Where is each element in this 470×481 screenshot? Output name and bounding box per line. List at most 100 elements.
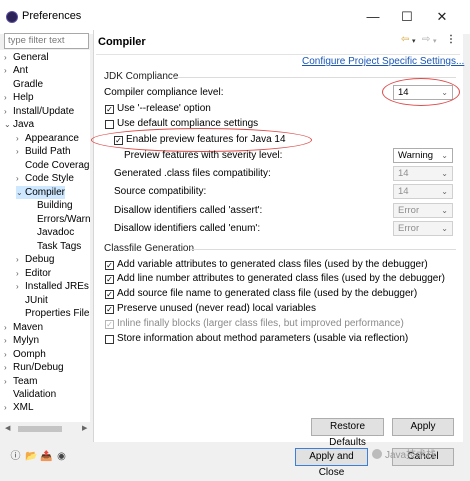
chevron-right-icon[interactable]: › xyxy=(16,280,25,293)
preview-severity-value: Warning xyxy=(398,150,434,161)
chevron-right-icon[interactable]: › xyxy=(16,172,25,185)
tree-item-errors-warnings[interactable]: Errors/Warnings xyxy=(28,213,90,226)
tree-item-xml[interactable]: › XML xyxy=(4,401,34,414)
chevron-right-icon[interactable]: › xyxy=(4,91,13,104)
window-title: Preferences xyxy=(22,10,82,22)
chevron-right-icon[interactable]: › xyxy=(4,64,13,77)
source-file-name-checkbox[interactable]: ✓ xyxy=(105,290,114,299)
close-button[interactable]: ✕ xyxy=(431,7,453,27)
minimize-button[interactable]: — xyxy=(362,7,384,27)
release-option-checkbox[interactable]: ✓ xyxy=(105,105,114,114)
scroll-left-icon[interactable]: ◀ xyxy=(5,424,10,432)
tree-item-label: Code Style xyxy=(25,173,74,185)
page-title-separator xyxy=(96,54,460,55)
tree-item-label: General xyxy=(13,52,49,63)
forward-menu-icon[interactable]: ▾ xyxy=(433,37,437,45)
highlight-oval-preview xyxy=(91,128,312,152)
chevron-down-icon: ⌄ xyxy=(441,151,448,160)
tree-item-help[interactable]: › Help xyxy=(4,91,34,104)
chevron-right-icon[interactable]: › xyxy=(4,348,13,361)
default-compliance-checkbox[interactable] xyxy=(105,120,114,129)
tree-item-appearance[interactable]: › Appearance xyxy=(16,132,79,145)
chevron-down-icon: ⌄ xyxy=(441,169,448,178)
tree-item-code-coverage[interactable]: Code Coverage xyxy=(16,159,90,172)
apply-button[interactable]: Apply xyxy=(392,418,454,436)
tree-item-label: Build Path xyxy=(25,146,71,158)
tree-item-mylyn[interactable]: › Mylyn xyxy=(4,334,39,347)
chevron-right-icon[interactable]: › xyxy=(4,51,13,64)
tree-item-properties-files[interactable]: Properties Files xyxy=(16,307,90,320)
tree-item-gradle[interactable]: Gradle xyxy=(4,78,43,91)
tree-item-task-tags[interactable]: Task Tags xyxy=(28,240,81,253)
tree-item-code-style[interactable]: › Code Style xyxy=(16,172,74,185)
tree-item-oomph[interactable]: › Oomph xyxy=(4,348,46,361)
scroll-thumb[interactable] xyxy=(18,426,62,432)
watermark: Java技术栈 xyxy=(372,446,436,461)
source-compat-select: 14 ⌄ xyxy=(393,184,453,199)
line-number-checkbox[interactable]: ✓ xyxy=(105,275,114,284)
tree-item-java[interactable]: ⌄ Java xyxy=(4,118,34,131)
tree-item-ant[interactable]: › Ant xyxy=(4,64,28,77)
tree-item-label: Code Coverage xyxy=(25,159,90,171)
tree-item-installed-jres[interactable]: › Installed JREs xyxy=(16,280,89,293)
restore-defaults-button[interactable]: Restore Defaults xyxy=(311,418,384,448)
configure-project-link[interactable]: Configure Project Specific Settings... xyxy=(302,56,464,67)
chevron-right-icon[interactable]: › xyxy=(4,334,13,347)
tree-item-run-debug[interactable]: › Run/Debug xyxy=(4,361,64,374)
tree-item-label: Help xyxy=(13,92,34,104)
tree-item-label: Team xyxy=(13,375,38,387)
chevron-right-icon[interactable]: › xyxy=(16,132,25,145)
back-menu-icon[interactable]: ▾ xyxy=(412,37,416,45)
tree-item-general[interactable]: › General xyxy=(4,51,49,64)
tree-item-install-update[interactable]: › Install/Update xyxy=(4,105,74,118)
view-menu-icon[interactable]: ⋮ xyxy=(446,34,456,45)
tree-item-debug[interactable]: › Debug xyxy=(16,253,54,266)
preview-severity-select[interactable]: Warning ⌄ xyxy=(393,148,453,163)
variable-attributes-checkbox[interactable]: ✓ xyxy=(105,261,114,270)
tree-item-label: Installed JREs xyxy=(25,281,89,293)
method-parameters-label: Store information about method parameter… xyxy=(117,333,409,344)
chevron-right-icon[interactable]: › xyxy=(16,253,25,266)
chevron-right-icon[interactable]: › xyxy=(4,361,13,374)
chevron-right-icon[interactable]: › xyxy=(4,321,13,334)
chevron-right-icon[interactable]: › xyxy=(16,267,25,280)
preserve-unused-checkbox[interactable]: ✓ xyxy=(105,305,114,314)
export-icon[interactable]: 📤 xyxy=(40,451,52,462)
tree-item-label: Install/Update xyxy=(13,105,75,117)
back-icon[interactable]: ⇦ xyxy=(401,34,409,45)
chevron-down-icon[interactable]: ⌄ xyxy=(16,186,25,199)
tree-item-compiler[interactable]: ⌄ Compiler xyxy=(16,185,66,199)
watermark-logo-icon xyxy=(372,449,382,459)
scroll-right-icon[interactable]: ▶ xyxy=(82,424,87,432)
chevron-right-icon[interactable]: › xyxy=(16,145,25,158)
tree-horizontal-scrollbar[interactable]: ◀ ▶ xyxy=(4,424,90,434)
apply-and-close-button[interactable]: Apply and Close xyxy=(295,448,368,478)
chevron-down-icon[interactable]: ⌄ xyxy=(4,118,13,131)
forward-icon[interactable]: ⇨ xyxy=(422,34,430,45)
tree-item-maven[interactable]: › Maven xyxy=(4,321,43,334)
tree-item-build-path[interactable]: › Build Path xyxy=(16,145,71,158)
oomph-icon[interactable]: ◉ xyxy=(56,451,67,462)
chevron-right-icon[interactable]: › xyxy=(4,105,13,118)
tree-item-label: Building xyxy=(37,200,73,212)
tree-item-label: Debug xyxy=(25,254,55,266)
tree-item-junit[interactable]: JUnit xyxy=(16,294,48,307)
chevron-right-icon[interactable]: › xyxy=(4,375,13,388)
filter-input[interactable]: type filter text xyxy=(4,33,89,49)
help-icon[interactable]: ⓘ xyxy=(10,451,21,462)
tree-item-label: XML xyxy=(13,402,34,414)
maximize-button[interactable]: ☐ xyxy=(396,7,418,27)
page-title: Compiler xyxy=(98,36,146,48)
tree-item-editor[interactable]: › Editor xyxy=(16,267,51,280)
import-icon[interactable]: 📂 xyxy=(25,451,37,462)
method-parameters-checkbox[interactable] xyxy=(105,335,114,344)
preference-tree[interactable]: › General › Ant Gradle › Help › Install/Update ⌄ J… xyxy=(0,50,90,422)
chevron-right-icon[interactable]: › xyxy=(4,401,13,414)
tree-item-label: Errors/Warnings xyxy=(37,213,90,225)
tree-item-javadoc[interactable]: Javadoc xyxy=(28,226,74,239)
tree-item-validation[interactable]: Validation xyxy=(4,388,56,401)
preview-severity-label: Preview features with severity level: xyxy=(124,150,283,161)
tree-item-team[interactable]: › Team xyxy=(4,375,37,388)
preferences-window: Preferences — ☐ ✕ type filter text › Gene… xyxy=(0,0,470,481)
tree-item-building[interactable]: Building xyxy=(28,199,73,212)
